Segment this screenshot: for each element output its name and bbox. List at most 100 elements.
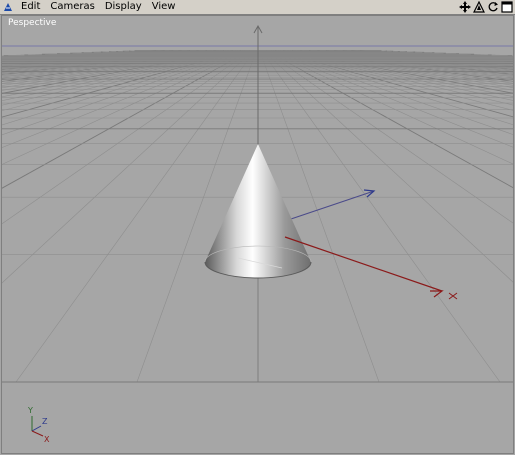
grid-line (296, 50, 513, 78)
gizmo-z-label: Z (42, 417, 48, 426)
grid-line (288, 50, 513, 86)
move-icon[interactable] (459, 1, 471, 13)
cone-object[interactable] (204, 144, 312, 279)
gizmo-x-label: X (44, 435, 50, 444)
grid-line (359, 50, 513, 59)
menu-cameras[interactable]: Cameras (45, 0, 99, 14)
grid-line (2, 50, 204, 69)
grid-line (2, 50, 250, 189)
grid-line (264, 50, 513, 224)
grid-line (273, 50, 513, 125)
grid-line (2, 50, 226, 84)
grid-line (266, 50, 513, 189)
grid-line (274, 50, 513, 118)
grid-line (347, 50, 513, 60)
grid-line (358, 50, 513, 59)
grid-line (2, 50, 230, 89)
grid-line (322, 50, 513, 65)
grid-line (261, 50, 501, 383)
viewport-scene: Y Z X (2, 24, 513, 444)
grid-line (15, 50, 255, 383)
grid-line (341, 50, 513, 61)
grid-line (2, 50, 238, 106)
grid-line (320, 50, 513, 66)
grid-line (310, 50, 513, 70)
grid-line (337, 50, 513, 62)
grid-line (2, 50, 194, 66)
z-axis-line (287, 189, 376, 221)
grid-line (2, 50, 220, 78)
menu-bar: Edit Cameras Display View (0, 0, 515, 15)
rotate-icon[interactable] (473, 1, 485, 13)
grid-line (286, 50, 513, 88)
grid-line (330, 50, 513, 63)
grid-line (307, 50, 513, 71)
refresh-icon[interactable] (487, 1, 499, 13)
grid-line (344, 50, 513, 61)
grid-line (324, 50, 513, 65)
grid-line (342, 50, 513, 61)
grid-line (2, 50, 167, 60)
grid-line (2, 50, 218, 76)
gizmo-y-label: Y (27, 406, 33, 415)
viewport-tools (459, 0, 513, 14)
grid-line (2, 50, 233, 94)
app-icon[interactable] (0, 0, 16, 14)
cinema4d-window: Edit Cameras Display View Y Z X Pespecti… (0, 0, 515, 455)
grid-line (339, 50, 513, 62)
grid-line (2, 50, 237, 101)
grid-line (290, 50, 513, 84)
grid-line (262, 50, 513, 283)
grid-line (2, 50, 213, 73)
grid-line (2, 50, 169, 60)
grid-line (2, 50, 179, 62)
grid-line (279, 50, 513, 101)
grid-line (303, 50, 513, 73)
grid-line (2, 50, 157, 59)
grid-line (312, 50, 513, 69)
grid-line (2, 50, 170, 60)
grid-line (298, 50, 513, 76)
grid-line (2, 50, 158, 59)
grid-line (271, 50, 513, 135)
grid-line (349, 50, 513, 60)
axis-gizmo: Y Z X (27, 406, 50, 444)
grid-line (2, 50, 206, 70)
grid-line (300, 50, 513, 75)
grid-line (2, 50, 191, 65)
grid-line (2, 50, 187, 64)
grid-line (332, 50, 513, 63)
grid-line (313, 50, 513, 68)
x-axis-line (284, 236, 458, 300)
grid-line (295, 50, 513, 79)
grid-line (2, 50, 252, 225)
grid-line (2, 50, 172, 61)
grid-line (293, 50, 513, 81)
grid-line (2, 50, 180, 62)
grid-line (2, 50, 214, 74)
menu-edit[interactable]: Edit (16, 0, 45, 14)
grid-line (2, 50, 199, 67)
grid-line (2, 50, 245, 136)
viewport-label: Pespective (8, 18, 57, 28)
grid-line (2, 50, 254, 284)
perspective-viewport[interactable]: Y Z X Pespective (1, 15, 514, 454)
grid-line (2, 50, 177, 62)
grid-line (2, 50, 192, 65)
maximize-icon[interactable] (501, 1, 513, 13)
grid-line (2, 50, 216, 75)
menu-display[interactable]: Display (100, 0, 147, 14)
grid-line (2, 50, 221, 79)
grid-line (2, 50, 186, 63)
grid-line (2, 50, 225, 82)
grid-line (336, 50, 513, 62)
grid-line (2, 50, 243, 126)
grid-line (2, 50, 197, 67)
grid-line (308, 50, 513, 71)
grid-line (319, 50, 513, 66)
menu-view[interactable]: View (147, 0, 181, 14)
grid-line (2, 50, 184, 63)
grid-line (352, 50, 513, 59)
grid-line (268, 50, 513, 165)
grid-line (346, 50, 513, 60)
